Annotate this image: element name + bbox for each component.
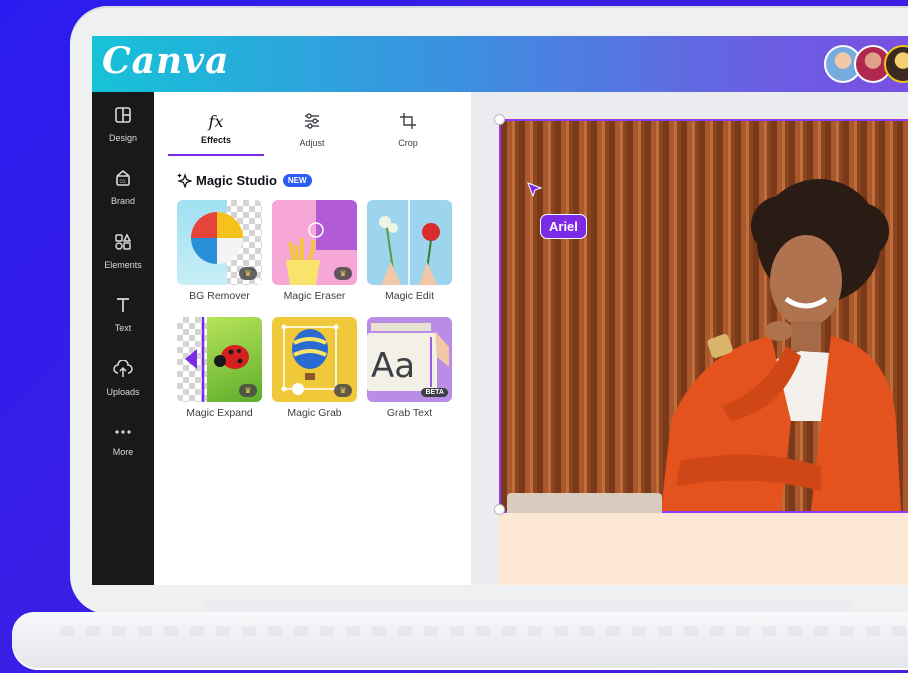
design-canvas-area[interactable]: Ariel (471, 92, 908, 585)
tool-label: Magic Expand (186, 407, 253, 419)
crop-icon (400, 113, 416, 129)
tool-magic-grab[interactable]: ♛ (272, 317, 357, 402)
sidebar-item-elements[interactable]: Elements (92, 233, 154, 273)
tab-label: Effects (200, 135, 231, 145)
section-title: Magic Studio (196, 173, 277, 188)
crown-icon: ♛ (239, 267, 257, 280)
selected-photo[interactable] (499, 119, 908, 513)
cloud-upload-icon (113, 360, 133, 377)
canva-logo[interactable]: Canva (102, 40, 229, 82)
bench-image (507, 493, 662, 513)
sidebar-item-design[interactable]: Design (92, 106, 154, 146)
tool-label: BG Remover (189, 290, 250, 302)
tool-label: Magic Grab (287, 407, 342, 419)
sidebar-item-brand[interactable]: CO. Brand (92, 169, 154, 209)
resize-handle[interactable] (494, 504, 505, 515)
tab-adjust[interactable]: Adjust (264, 112, 360, 148)
tool-label: Magic Eraser (283, 290, 346, 302)
layout-icon (115, 107, 131, 123)
tool-bg-remover[interactable]: ♛ (177, 200, 262, 285)
tab-effects[interactable]: fx Effects (168, 112, 264, 145)
effects-panel: fx Effects Adjust Crop Magic Studio NEW (154, 92, 471, 585)
sidebar-item-label: Uploads (106, 387, 140, 397)
brand-icon: CO. (116, 169, 130, 186)
laptop-hinge (204, 601, 852, 611)
crown-icon: ♛ (334, 384, 352, 397)
sidebar-item-label: Text (114, 323, 132, 333)
tab-crop[interactable]: Crop (360, 112, 456, 148)
flowers-image (379, 200, 440, 285)
beta-badge: BETA (421, 388, 448, 397)
app-window: Canva Design CO. Brand Elements Text Upl… (92, 36, 908, 585)
resize-handle[interactable] (494, 114, 505, 125)
laptop-keyboard (60, 626, 908, 636)
section-header: Magic Studio NEW (176, 172, 312, 189)
new-badge: NEW (282, 174, 312, 187)
tab-label: Adjust (299, 138, 325, 148)
collaborator-name-tag: Ariel (540, 214, 587, 239)
tool-label: Grab Text (386, 407, 433, 419)
svg-text:Aa: Aa (371, 346, 415, 386)
sidebar-item-uploads[interactable]: Uploads (92, 360, 154, 400)
svg-text:CO.: CO. (119, 179, 126, 184)
sidebar-item-label: More (112, 447, 134, 457)
tool-magic-expand[interactable]: ♛ (177, 317, 262, 402)
sidebar-item-more[interactable]: More (92, 426, 154, 460)
sidebar-item-label: Brand (110, 196, 136, 206)
text-icon (117, 298, 129, 312)
shapes-icon (115, 233, 132, 250)
top-bar: Canva (92, 36, 908, 92)
tool-grab-text[interactable]: Aa BETA (367, 317, 452, 402)
tool-magic-eraser[interactable]: ♛ (272, 200, 357, 285)
sidebar-item-text[interactable]: Text (92, 296, 154, 336)
crown-icon: ♛ (239, 384, 257, 397)
fx-icon: fx (208, 112, 224, 131)
tab-label: Crop (398, 138, 418, 148)
sidebar-item-label: Elements (104, 260, 142, 270)
crown-icon: ♛ (334, 267, 352, 280)
sparkle-icon (177, 173, 193, 189)
active-tab-indicator (168, 154, 264, 156)
tool-label: Magic Edit (384, 290, 435, 302)
tool-magic-edit[interactable] (367, 200, 452, 285)
woman-portrait-image (661, 179, 901, 511)
collaborator-cursor-icon (527, 182, 543, 198)
more-icon (115, 430, 131, 434)
sidebar-item-label: Design (108, 133, 137, 143)
laptop-base (12, 612, 908, 670)
avatar[interactable] (884, 45, 908, 83)
sidebar-nav: Design CO. Brand Elements Text Uploads M… (92, 92, 154, 585)
sliders-icon (305, 113, 319, 129)
